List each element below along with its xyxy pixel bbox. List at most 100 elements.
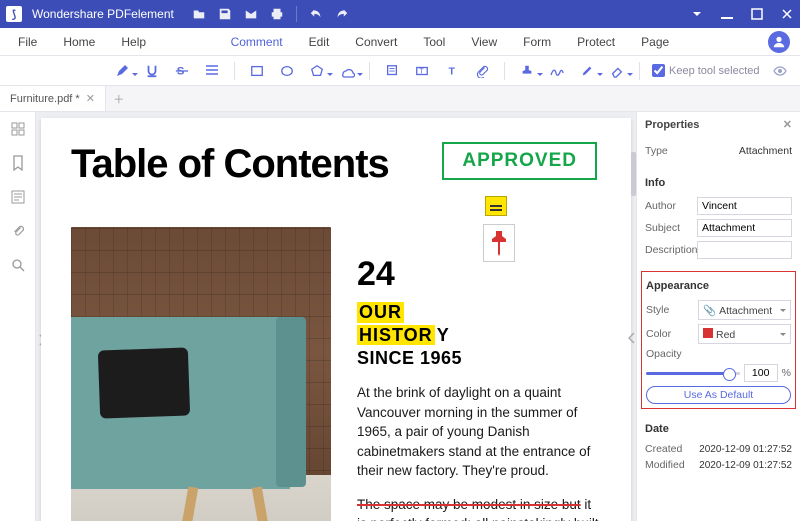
svg-text:T: T bbox=[419, 68, 424, 75]
subject-input[interactable] bbox=[697, 219, 792, 237]
dropdown-icon[interactable] bbox=[690, 7, 704, 21]
divider bbox=[369, 62, 370, 80]
divider bbox=[639, 62, 640, 80]
attachments-panel-icon[interactable] bbox=[9, 222, 27, 240]
opacity-input[interactable] bbox=[744, 364, 778, 382]
hide-comments-icon[interactable] bbox=[770, 61, 790, 81]
pencil-tool-icon[interactable] bbox=[577, 61, 597, 81]
properties-title: Properties bbox=[645, 119, 699, 131]
oval-tool-icon[interactable] bbox=[277, 61, 297, 81]
opacity-label: Opacity bbox=[646, 348, 694, 360]
titlebar: ⟆ Wondershare PDFelement bbox=[0, 0, 800, 28]
polygon-tool-icon[interactable] bbox=[307, 61, 327, 81]
squiggly-tool-icon[interactable] bbox=[202, 61, 222, 81]
description-input[interactable] bbox=[697, 241, 792, 259]
menu-protect[interactable]: Protect bbox=[565, 31, 627, 53]
toolbar: S T T Keep tool selected bbox=[0, 56, 800, 86]
info-heading: Info bbox=[645, 173, 792, 193]
document-area[interactable]: Table of Contents APPROVED 24 OUR HISTOR… bbox=[36, 112, 636, 521]
style-select[interactable]: 📎Attachment bbox=[698, 300, 791, 320]
minimize-icon[interactable] bbox=[720, 7, 734, 21]
maximize-icon[interactable] bbox=[750, 7, 764, 21]
color-label: Color bbox=[646, 328, 694, 340]
properties-close-icon[interactable]: ✕ bbox=[783, 118, 792, 131]
article-column: 24 OUR HISTORY SINCE 1965 At the brink o… bbox=[357, 227, 601, 521]
cloud-tool-icon[interactable] bbox=[337, 61, 357, 81]
author-input[interactable] bbox=[697, 197, 792, 215]
highlight-tool-icon[interactable] bbox=[112, 61, 132, 81]
created-value: 2020-12-09 01:27:52 bbox=[697, 444, 792, 455]
comments-panel-icon[interactable] bbox=[9, 188, 27, 206]
pdf-page: Table of Contents APPROVED 24 OUR HISTOR… bbox=[41, 118, 631, 521]
article-number: 24 bbox=[357, 255, 601, 294]
menu-form[interactable]: Form bbox=[511, 31, 563, 53]
close-icon[interactable] bbox=[780, 7, 794, 21]
tab-close-icon[interactable]: ✕ bbox=[86, 92, 95, 105]
modified-label: Modified bbox=[645, 459, 693, 471]
approved-stamp[interactable]: APPROVED bbox=[442, 142, 597, 180]
subject-label: Subject bbox=[645, 222, 693, 234]
user-avatar-icon[interactable] bbox=[768, 31, 790, 53]
menu-convert[interactable]: Convert bbox=[343, 31, 409, 53]
menu-edit[interactable]: Edit bbox=[297, 31, 342, 53]
menu-view[interactable]: View bbox=[459, 31, 509, 53]
window-controls bbox=[690, 7, 794, 21]
description-label: Description bbox=[645, 244, 693, 256]
style-label: Style bbox=[646, 304, 694, 316]
color-select[interactable]: Red bbox=[698, 324, 791, 344]
search-panel-icon[interactable] bbox=[9, 256, 27, 274]
strikethrough-text: The space may be modest in size but bbox=[357, 497, 581, 512]
scrollbar-handle[interactable] bbox=[631, 152, 636, 196]
note-tool-icon[interactable] bbox=[382, 61, 402, 81]
menubar: File Home Help Comment Edit Convert Tool… bbox=[0, 28, 800, 56]
created-label: Created bbox=[645, 443, 693, 455]
signature-tool-icon[interactable] bbox=[547, 61, 567, 81]
textbox-tool-icon[interactable]: T bbox=[412, 61, 432, 81]
stamp-tool-icon[interactable] bbox=[517, 61, 537, 81]
underline-tool-icon[interactable] bbox=[142, 61, 162, 81]
menu-help[interactable]: Help bbox=[109, 31, 158, 53]
mail-icon[interactable] bbox=[244, 7, 258, 21]
undo-icon[interactable] bbox=[309, 7, 323, 21]
strikethrough-tool-icon[interactable]: S bbox=[172, 61, 192, 81]
tabbar: Furniture.pdf * ✕ ＋ bbox=[0, 86, 800, 112]
appearance-heading: Appearance bbox=[646, 276, 791, 296]
opacity-slider[interactable] bbox=[646, 372, 740, 375]
keep-tool-label: Keep tool selected bbox=[669, 65, 760, 77]
date-heading: Date bbox=[645, 419, 792, 439]
typewriter-tool-icon[interactable]: T bbox=[442, 61, 462, 81]
sticky-note-icon[interactable] bbox=[485, 196, 507, 216]
eraser-tool-icon[interactable] bbox=[607, 61, 627, 81]
pushpin-icon[interactable] bbox=[483, 224, 515, 262]
attachment-tool-icon[interactable] bbox=[472, 61, 492, 81]
save-icon[interactable] bbox=[218, 7, 232, 21]
svg-text:T: T bbox=[449, 65, 456, 77]
thumbnails-icon[interactable] bbox=[9, 120, 27, 138]
menu-home[interactable]: Home bbox=[51, 31, 107, 53]
menu-tool[interactable]: Tool bbox=[411, 31, 457, 53]
type-value: Attachment bbox=[697, 145, 792, 157]
keep-tool-checkbox[interactable]: Keep tool selected bbox=[652, 64, 760, 77]
redo-icon[interactable] bbox=[335, 7, 349, 21]
type-label: Type bbox=[645, 145, 693, 157]
print-icon[interactable] bbox=[270, 7, 284, 21]
menu-comment[interactable]: Comment bbox=[219, 31, 295, 53]
main: Table of Contents APPROVED 24 OUR HISTOR… bbox=[0, 112, 800, 521]
titlebar-quick-icons bbox=[192, 6, 349, 22]
since-text: SINCE 1965 bbox=[357, 348, 601, 369]
rectangle-tool-icon[interactable] bbox=[247, 61, 267, 81]
document-tab[interactable]: Furniture.pdf * ✕ bbox=[0, 86, 106, 111]
divider bbox=[504, 62, 505, 80]
properties-panel: Properties ✕ TypeAttachment Info Author … bbox=[636, 112, 800, 521]
menu-page[interactable]: Page bbox=[629, 31, 681, 53]
panel-collapse-right-icon[interactable] bbox=[628, 332, 636, 348]
app-logo: ⟆ bbox=[6, 6, 22, 22]
opacity-unit: % bbox=[782, 367, 791, 379]
menu-file[interactable]: File bbox=[6, 31, 49, 53]
use-as-default-button[interactable]: Use As Default bbox=[646, 386, 791, 404]
add-tab-icon[interactable]: ＋ bbox=[106, 86, 132, 111]
furniture-photo bbox=[71, 227, 331, 521]
paragraph-1: At the brink of daylight on a quaint Van… bbox=[357, 383, 601, 481]
bookmarks-icon[interactable] bbox=[9, 154, 27, 172]
open-icon[interactable] bbox=[192, 7, 206, 21]
